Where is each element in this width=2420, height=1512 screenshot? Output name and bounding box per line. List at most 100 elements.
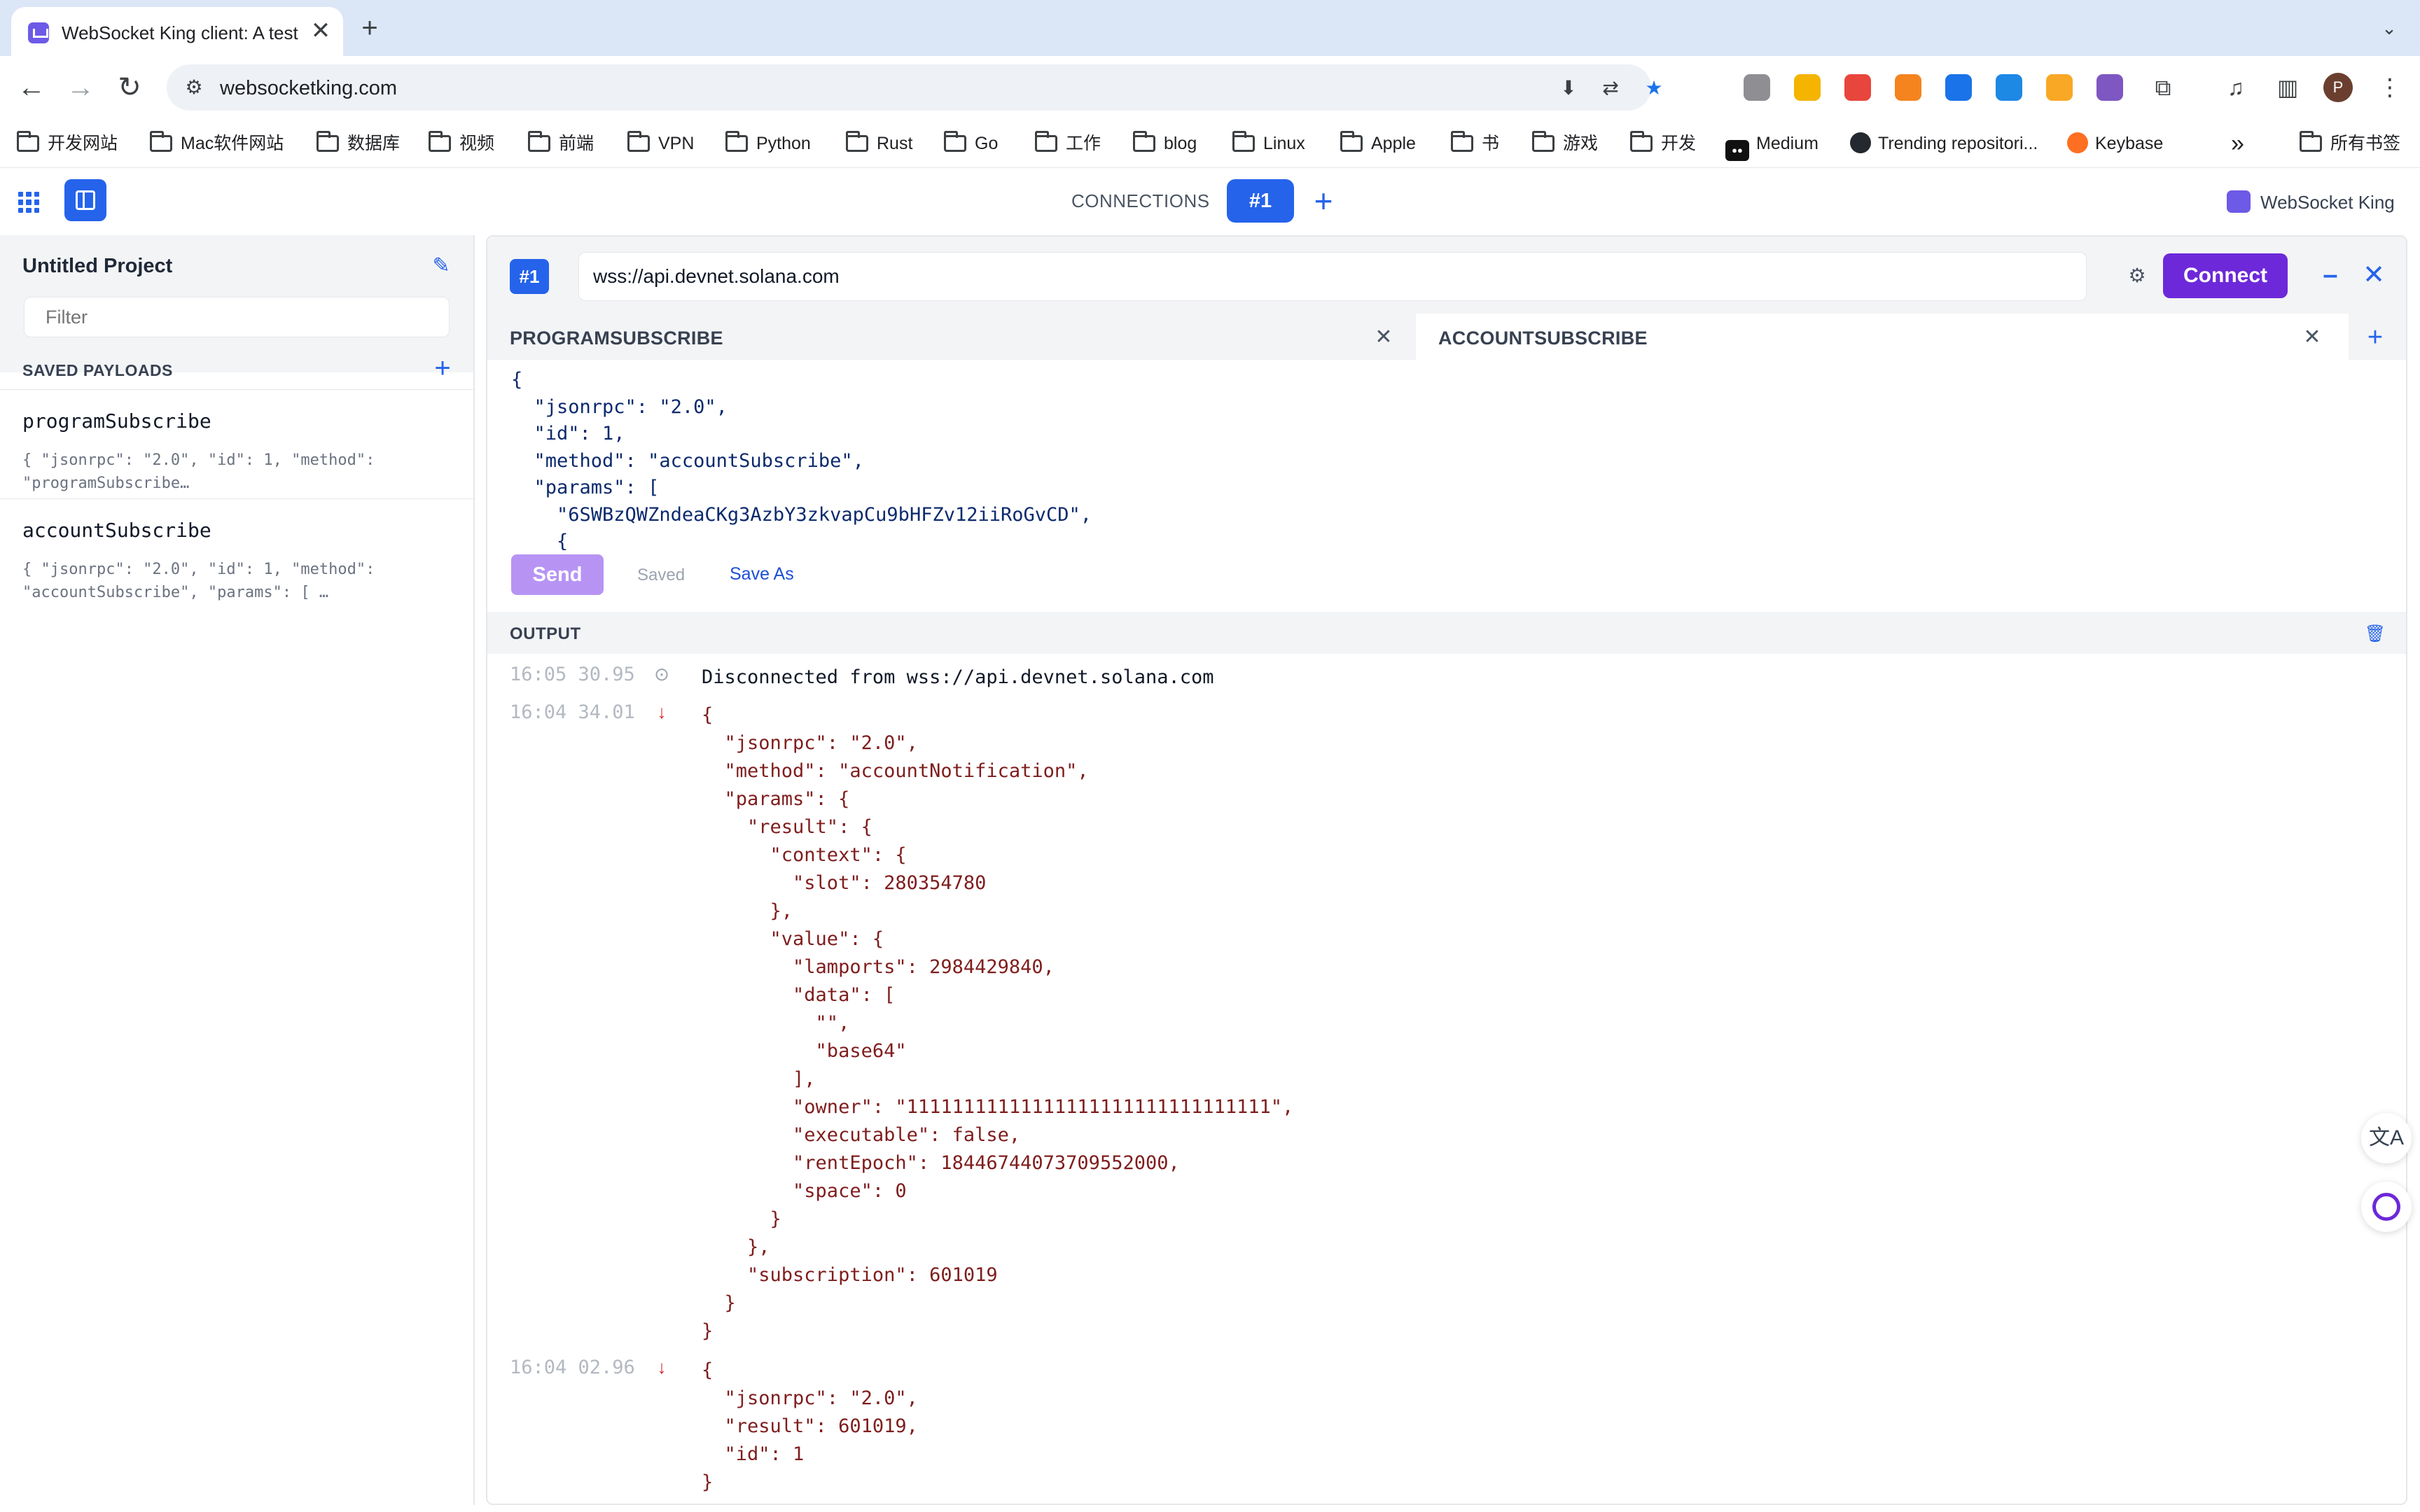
- all-bookmarks-folder[interactable]: 所有书签: [2300, 131, 2400, 155]
- add-payload-tab-button[interactable]: +: [2361, 322, 2389, 353]
- back-arrow-icon[interactable]: ←: [15, 71, 48, 104]
- project-header: Untitled Project ✎: [0, 235, 473, 372]
- connections-label[interactable]: CONNECTIONS: [1071, 190, 1210, 212]
- bookmark-item[interactable]: 游戏: [1532, 131, 1598, 155]
- extensions-puzzle-icon[interactable]: ⧉: [2147, 71, 2179, 104]
- bookmark-item[interactable]: 开发网站: [17, 131, 118, 155]
- bookmark-item[interactable]: VPN: [627, 131, 695, 155]
- connection-panel: #1 ⚙ Connect – ✕ PROGRAMSUBSCRIBE ✕ ACCO…: [486, 235, 2407, 1505]
- bookmark-item[interactable]: Mac软件网站: [150, 131, 284, 155]
- bookmark-item[interactable]: 书: [1451, 131, 1499, 155]
- address-bar[interactable]: ⚙ websocketking.com ⬇ ⇄ ★: [167, 64, 1663, 111]
- clear-output-trash-icon[interactable]: 🗑: [2361, 620, 2389, 648]
- connection-badge: #1: [510, 259, 549, 294]
- bookmark-label: 前端: [559, 134, 594, 153]
- payload-name: programSubscribe: [22, 410, 211, 433]
- bookmark-item[interactable]: blog: [1133, 131, 1197, 155]
- bookmark-item[interactable]: 前端: [528, 131, 594, 155]
- reload-icon[interactable]: ↻: [113, 71, 146, 104]
- bookmark-item[interactable]: 工作: [1035, 131, 1101, 155]
- add-connection-button[interactable]: +: [1307, 182, 1340, 220]
- bookmark-item[interactable]: Apple: [1340, 131, 1416, 155]
- bookmark-item[interactable]: 开发: [1630, 131, 1697, 155]
- bookmark-label: 工作: [1066, 134, 1101, 153]
- bookmark-label: Rust: [877, 134, 913, 153]
- browser-menu-icon[interactable]: ⋮: [2375, 71, 2405, 104]
- bookmark-label: Mac软件网站: [181, 134, 284, 153]
- add-payload-button[interactable]: +: [429, 353, 457, 384]
- close-panel-icon[interactable]: ✕: [2360, 258, 2388, 293]
- address-url[interactable]: websocketking.com: [220, 77, 397, 100]
- send-button[interactable]: Send: [511, 554, 604, 595]
- tab-accountsubscribe[interactable]: ACCOUNTSUBSCRIBE ✕: [1416, 314, 2349, 360]
- websocket-url-input[interactable]: [578, 252, 2087, 301]
- extension-cloud-icon[interactable]: [2096, 74, 2123, 101]
- browser-toolbar: ← → ↻ ⚙ websocketking.com ⬇ ⇄ ★ ⧉ ♫ ▥ P …: [0, 56, 2420, 119]
- extension-flame-icon[interactable]: [2046, 74, 2073, 101]
- payload-code[interactable]: { "jsonrpc": "2.0", "id": 1, "method": "…: [511, 367, 1092, 556]
- output-log[interactable]: 16:05 30.95 ⊙ Disconnected from wss://api.…: [487, 654, 2406, 1504]
- filter-input[interactable]: [24, 297, 450, 337]
- keybase-icon: [2067, 132, 2088, 153]
- folder-icon: [1532, 131, 1555, 152]
- connection-settings-gear-icon[interactable]: ⚙: [2123, 262, 2151, 290]
- extension-tab-icon[interactable]: [1744, 74, 1770, 101]
- assistant-float-button[interactable]: [2361, 1182, 2412, 1232]
- folder-icon: [528, 131, 550, 152]
- bookmark-item[interactable]: Keybase: [2067, 132, 2163, 155]
- side-panel-icon[interactable]: ▥: [2272, 71, 2304, 104]
- bookmark-item[interactable]: Rust: [846, 131, 913, 155]
- websocket-king-favicon-icon: [28, 22, 49, 43]
- incoming-arrow-icon: ↓: [657, 1357, 667, 1378]
- bookmark-item[interactable]: Linux: [1232, 131, 1305, 155]
- extension-metamask-icon[interactable]: [1895, 74, 1921, 101]
- connect-button[interactable]: Connect: [2163, 253, 2288, 298]
- payload-editor[interactable]: { "jsonrpc": "2.0", "id": 1, "method": "…: [487, 360, 2406, 552]
- saved-payload-item[interactable]: programSubscribe { "jsonrpc": "2.0", "id…: [0, 389, 473, 498]
- translate-icon[interactable]: ⇄: [1598, 76, 1623, 101]
- install-app-icon[interactable]: ⬇: [1556, 76, 1581, 101]
- bookmark-item[interactable]: Python: [725, 131, 811, 155]
- bookmark-label: Apple: [1371, 134, 1416, 153]
- minimize-panel-icon[interactable]: –: [2316, 258, 2344, 293]
- bookmark-label: Go: [975, 134, 999, 153]
- translate-float-button[interactable]: 文A: [2361, 1113, 2412, 1163]
- bookmark-label: VPN: [658, 134, 695, 153]
- browser-tab[interactable]: WebSocket King client: A test ✕: [11, 7, 343, 56]
- bookmark-item[interactable]: Go: [944, 131, 999, 155]
- tab-programsubscribe[interactable]: PROGRAMSUBSCRIBE ✕: [487, 314, 1416, 360]
- new-tab-button[interactable]: +: [354, 13, 385, 43]
- bookmark-star-icon[interactable]: ★: [1641, 76, 1667, 101]
- connection-tab-1[interactable]: #1: [1227, 179, 1294, 223]
- folder-icon: [846, 131, 868, 152]
- bookmark-item[interactable]: 数据库: [317, 131, 400, 155]
- extension-pocket-icon[interactable]: [1844, 74, 1871, 101]
- tab-label: PROGRAMSUBSCRIBE: [510, 328, 723, 349]
- site-info-icon[interactable]: ⚙: [182, 76, 206, 99]
- folder-icon: [1035, 131, 1057, 152]
- bookmarks-more-icon[interactable]: »: [2231, 132, 2244, 155]
- project-title: Untitled Project: [22, 255, 173, 277]
- bookmark-label: 开发: [1661, 134, 1697, 153]
- extension-wave-icon[interactable]: [1945, 74, 1972, 101]
- extension-globe-icon[interactable]: [1996, 74, 2022, 101]
- save-as-button[interactable]: Save As: [730, 564, 794, 584]
- profile-avatar[interactable]: P: [2323, 73, 2353, 102]
- saved-payload-item[interactable]: accountSubscribe { "jsonrpc": "2.0", "id…: [0, 498, 473, 608]
- sidebar-toggle-button[interactable]: [64, 179, 106, 221]
- media-controls-icon[interactable]: ♫: [2220, 71, 2252, 104]
- close-tab-icon[interactable]: ✕: [2300, 323, 2325, 351]
- forward-arrow-icon[interactable]: →: [64, 71, 97, 104]
- payload-actions: Send Saved Save As: [487, 550, 2406, 605]
- tab-close-icon[interactable]: ✕: [307, 17, 335, 45]
- edit-project-icon[interactable]: ✎: [427, 252, 455, 280]
- bookmark-item[interactable]: Trending repositori...: [1850, 132, 2038, 155]
- message-timestamp: 16:05 30.95: [510, 664, 635, 685]
- bookmark-item[interactable]: 视频: [429, 131, 494, 155]
- extension-download-icon[interactable]: [1794, 74, 1821, 101]
- tab-search-chevron-icon[interactable]: ⌄: [2374, 13, 2405, 43]
- close-tab-icon[interactable]: ✕: [1371, 323, 1396, 351]
- apps-grid-icon[interactable]: [18, 192, 39, 213]
- folder-icon: [429, 131, 451, 152]
- bookmark-item[interactable]: ●● Medium: [1725, 132, 1819, 161]
